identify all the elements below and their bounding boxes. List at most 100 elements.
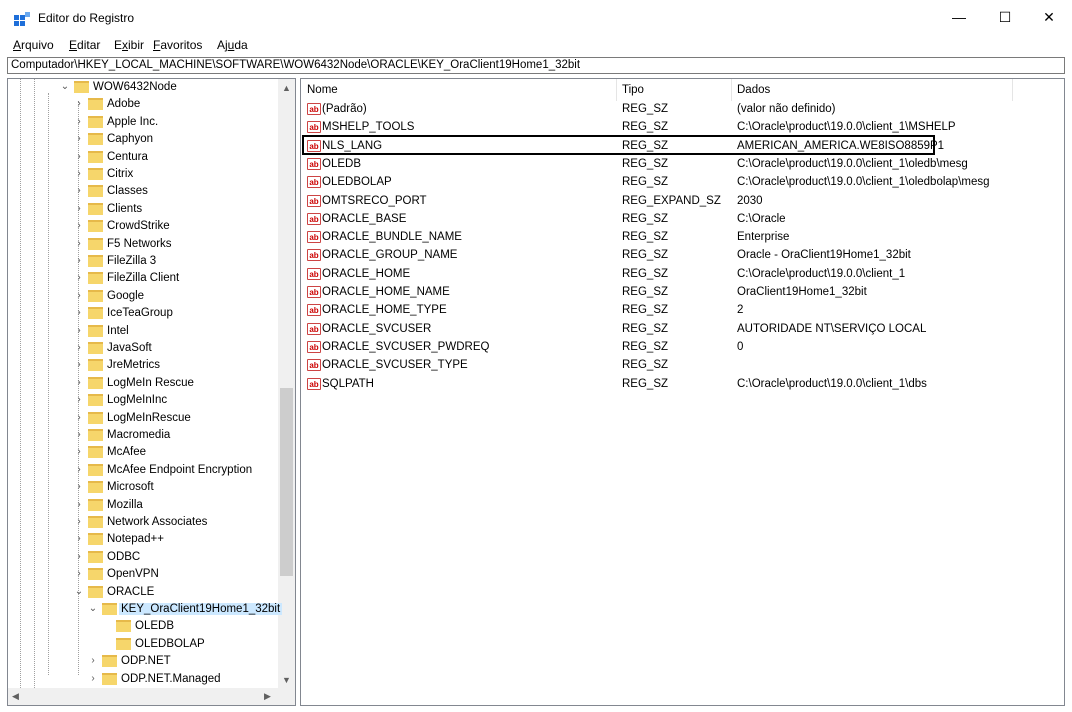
chevron-right-icon[interactable]: › [74,568,84,579]
chevron-right-icon[interactable]: › [74,290,84,301]
value-row[interactable]: ab (Padrão) REG_SZ (valor não definido) [301,101,1061,119]
chevron-right-icon[interactable]: › [74,446,84,457]
value-type: REG_SZ [622,157,669,170]
value-type: REG_SZ [622,103,669,115]
menu-item-2[interactable]: Exibir [114,38,144,52]
values-list[interactable]: Nome Tipo Dados ab (Padrão) REG_SZ (valor n… [300,78,1065,706]
chevron-right-icon[interactable]: › [88,655,98,666]
chevron-down-icon[interactable]: ⌄ [88,603,98,614]
value-row[interactable]: ab OLEDB REG_SZ C:\Oracle\product\19.0.0\cl… [301,156,1061,174]
chevron-right-icon[interactable]: › [74,394,84,405]
string-value-icon: ab [307,194,321,207]
chevron-right-icon[interactable]: › [74,133,84,144]
column-type[interactable]: Tipo [622,84,644,96]
value-row[interactable]: ab NLS_LANG REG_SZ AMERICAN_AMERICA.WE8ISO8… [301,138,1061,156]
value-row[interactable]: ab OLEDBOLAP REG_SZ C:\Oracle\product\19.0.… [301,174,1061,192]
chevron-right-icon[interactable]: › [74,203,84,214]
value-row[interactable]: ab ORACLE_HOME REG_SZ C:\Oracle\product\19.… [301,266,1061,284]
chevron-right-icon[interactable]: › [74,429,84,440]
menu-item-1[interactable]: Editar [69,38,100,52]
chevron-right-icon[interactable]: › [74,533,84,544]
scroll-right-icon[interactable]: ▶ [264,691,271,702]
chevron-right-icon[interactable]: › [74,307,84,318]
chevron-right-icon[interactable]: › [74,255,84,266]
chevron-right-icon[interactable]: › [74,151,84,162]
menu-item-4[interactable]: Ajuda [217,38,248,52]
value-row[interactable]: ab ORACLE_SVCUSER_TYPE REG_SZ [301,357,1061,375]
chevron-right-icon[interactable]: › [74,220,84,231]
scroll-up-icon[interactable]: ▲ [282,83,291,93]
value-row[interactable]: ab SQLPATH REG_SZ C:\Oracle\product\19.0.0\… [301,376,1061,394]
chevron-right-icon[interactable]: › [74,551,84,562]
value-name: OLEDBOLAP [322,176,392,189]
chevron-right-icon[interactable]: › [74,359,84,370]
menu-item-3[interactable]: Favoritos [153,38,202,52]
menu-text: Aj [217,38,228,52]
value-data: AMERICAN_AMERICA.WE8ISO8859P1 [737,139,945,152]
scroll-down-icon[interactable]: ▼ [282,675,291,685]
tree-item-label: IceTeaGroup [107,307,173,320]
value-name: OMTSRECO_PORT [322,194,427,207]
menu-text: ibir [128,38,145,52]
maximize-button[interactable]: ☐ [982,0,1028,34]
tree-item-label: Caphyon [107,133,154,146]
value-row[interactable]: ab OMTSRECO_PORT REG_EXPAND_SZ 2030 [301,193,1061,211]
menu-item-0[interactable]: Arquivo [13,38,54,52]
chevron-right-icon[interactable]: › [74,272,84,283]
chevron-right-icon[interactable]: › [74,185,84,196]
tree-item-label: KEY_OraClient19Home1_32bit [119,603,283,615]
tree-horizontal-scrollbar[interactable]: ◀ ▶ [8,688,278,705]
value-name: ORACLE_GROUP_NAME [322,249,458,262]
value-row[interactable]: ab MSHELP_TOOLS REG_SZ C:\Oracle\product\19… [301,119,1061,137]
chevron-right-icon[interactable]: › [74,464,84,475]
value-row[interactable]: ab ORACLE_BUNDLE_NAME REG_SZ Enterprise [301,229,1061,247]
tree-item-label: OpenVPN [107,568,159,581]
value-type: REG_SZ [622,121,669,134]
chevron-right-icon[interactable]: › [74,238,84,249]
chevron-right-icon[interactable]: › [74,516,84,527]
chevron-right-icon[interactable]: › [74,116,84,127]
chevron-down-icon[interactable]: ⌄ [74,586,84,597]
tree-item-label: Google [107,289,145,302]
close-button[interactable]: ✕ [1026,0,1072,34]
tree-item-label: Macromedia [107,429,171,441]
tree-item-label: Network Associates [107,516,208,528]
chevron-right-icon[interactable]: › [74,412,84,423]
value-data: C:\Oracle\product\19.0.0\client_1 [737,267,906,280]
folder-icon [88,394,103,407]
chevron-right-icon[interactable]: › [74,342,84,353]
chevron-right-icon[interactable]: › [74,98,84,109]
value-name: NLS_LANG [322,139,383,152]
tree-item-label: JavaSoft [107,342,152,354]
minimize-button[interactable]: — [936,0,982,34]
scroll-left-icon[interactable]: ◀ [12,691,19,702]
folder-icon [88,446,103,459]
tree-vertical-scrollbar[interactable]: ▲ ▼ [278,79,295,688]
folder-icon [88,516,103,528]
folder-icon [102,672,117,685]
key-tree[interactable]: ▲ ▼ ◀ ▶ ⌄ WOW6432Node › Adobe › Apple Inc. › Ca… [7,78,296,706]
value-type: REG_SZ [622,249,669,262]
value-row[interactable]: ab ORACLE_SVCUSER REG_SZ AUTORIDADE NT\SERV… [301,321,1061,339]
column-name[interactable]: Nome [307,84,338,96]
chevron-right-icon[interactable]: › [74,168,84,179]
chevron-right-icon[interactable]: › [74,499,84,510]
window-title: Editor do Registro [38,11,135,25]
chevron-right-icon[interactable]: › [88,673,98,684]
value-row[interactable]: ab ORACLE_BASE REG_SZ C:\Oracle [301,211,1061,229]
address-bar[interactable]: Computador\HKEY_LOCAL_MACHINE\SOFTWARE\W… [7,57,1065,74]
chevron-right-icon[interactable]: › [74,377,84,388]
folder-icon [88,376,103,389]
value-row[interactable]: ab ORACLE_HOME_NAME REG_SZ OraClient19Home1… [301,284,1061,302]
value-row[interactable]: ab ORACLE_SVCUSER_PWDREQ REG_SZ 0 [301,339,1061,357]
value-row[interactable]: ab ORACLE_GROUP_NAME REG_SZ Oracle - OraCli… [301,247,1061,265]
value-row[interactable]: ab ORACLE_HOME_TYPE REG_SZ 2 [301,302,1061,320]
value-type: REG_SZ [622,359,669,372]
column-data[interactable]: Dados [737,84,770,96]
tree-scroll-thumb[interactable] [280,388,293,576]
chevron-right-icon[interactable]: › [74,481,84,492]
chevron-right-icon[interactable]: › [74,325,84,336]
tree-item-label: OLEDB [135,620,174,633]
chevron-down-icon[interactable]: ⌄ [60,81,70,92]
tree-item-label: ODP.NET [121,655,171,668]
